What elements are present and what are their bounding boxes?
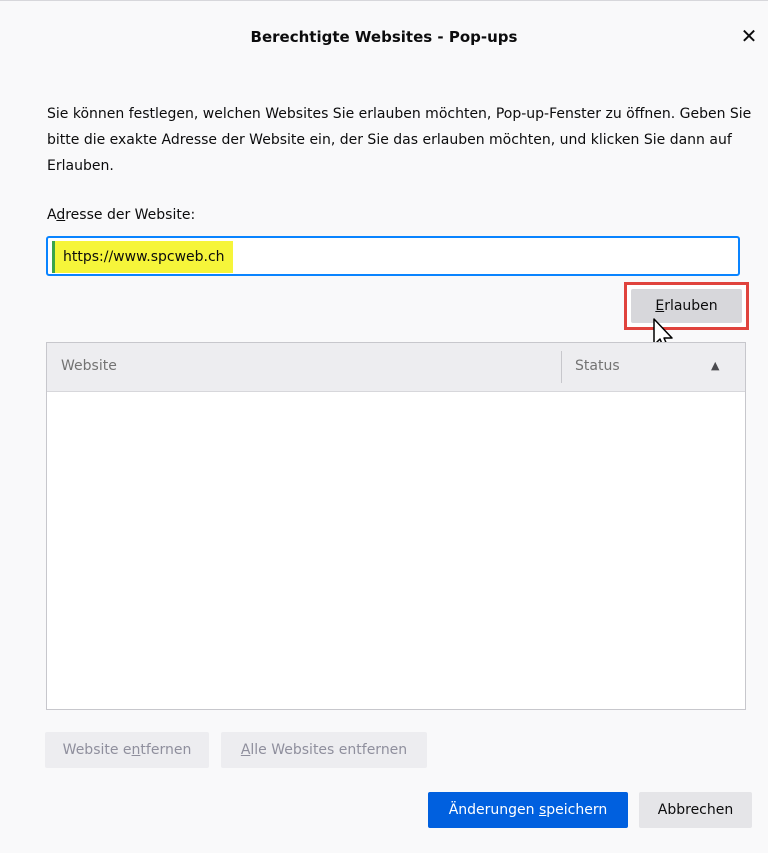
website-list-header: Website Status ▲ (47, 343, 745, 392)
website-list[interactable]: Website Status ▲ (46, 342, 746, 710)
dialog-titlebar: Berechtigte Websites - Pop-ups ✕ (0, 0, 768, 69)
sort-ascending-icon: ▲ (711, 359, 720, 372)
dialog-title: Berechtigte Websites - Pop-ups (250, 28, 518, 46)
save-changes-button[interactable]: Änderungen speichern (428, 792, 628, 828)
column-header-website[interactable]: Website (61, 358, 117, 374)
dialog-description: Sie können festlegen, welchen Websites S… (47, 106, 752, 174)
remove-website-button[interactable]: Website entfernen (45, 732, 209, 768)
column-separator (561, 351, 562, 383)
address-label: Adresse der Website: (47, 207, 196, 223)
address-input[interactable]: https://www.spcweb.ch (46, 236, 740, 276)
address-input-value: https://www.spcweb.ch (52, 241, 233, 273)
allow-button-highlight: Erlauben (624, 282, 749, 330)
close-icon[interactable]: ✕ (738, 25, 760, 47)
remove-all-websites-button[interactable]: Alle Websites entfernen (221, 732, 427, 768)
cancel-button[interactable]: Abbrechen (639, 792, 752, 828)
permissions-dialog: Berechtigte Websites - Pop-ups ✕ Sie kön… (0, 0, 768, 853)
allow-button[interactable]: Erlauben (631, 289, 742, 323)
column-header-status[interactable]: Status (575, 358, 620, 374)
